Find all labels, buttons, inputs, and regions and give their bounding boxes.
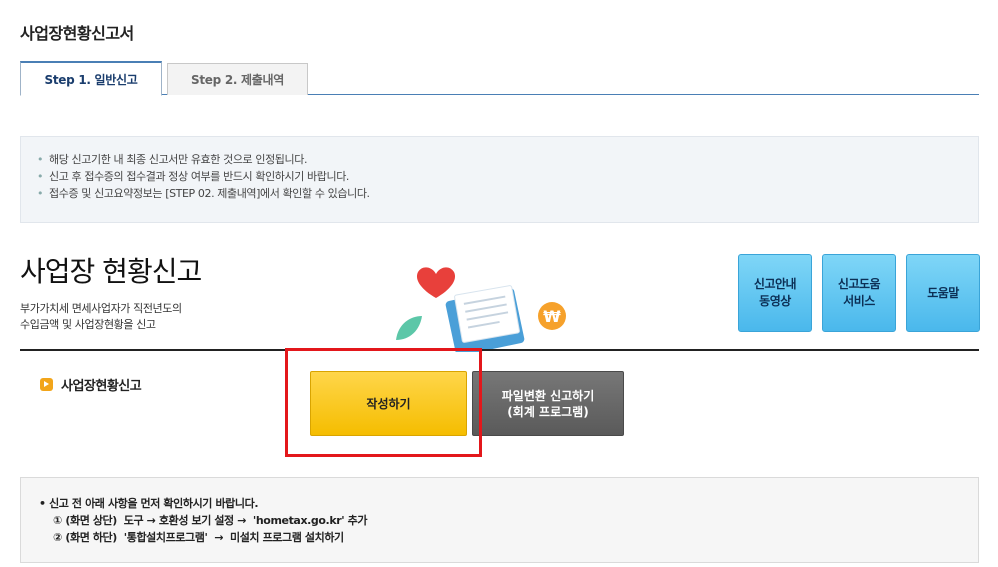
hero-subtitle: 부가가치세 면세사업자가 직전년도의 수입금액 및 사업장현황을 신고 — [20, 302, 182, 331]
svg-text:₩: ₩ — [543, 307, 561, 326]
tab-step2-submission-history[interactable]: Step 2. 제출내역 — [167, 63, 308, 95]
notice-item: • 접수증 및 신고요약정보는 [STEP 02. 제출내역]에서 확인할 수 있… — [37, 187, 370, 200]
notice-item: • 신고 후 접수증의 접수결과 정상 여부를 반드시 확인하시기 바랍니다. — [37, 170, 350, 183]
write-button[interactable]: 작성하기 — [310, 371, 467, 436]
arrow-bullet-icon — [40, 378, 53, 391]
document-icon — [445, 285, 525, 352]
won-coin-icon: ₩ — [538, 302, 566, 330]
precheck-heading: • 신고 전 아래 사항을 먼저 확인하시기 바랍니다. — [39, 497, 259, 510]
hero-title: 사업장 현황신고 — [20, 255, 202, 288]
hero-illustration: ₩ — [396, 267, 566, 352]
notice-item: • 해당 신고기한 내 최종 신고서만 유효한 것으로 인정됩니다. — [37, 153, 308, 166]
section-divider — [20, 349, 979, 351]
tab-step1-general-report[interactable]: Step 1. 일반신고 — [20, 61, 162, 96]
notice-box: • 해당 신고기한 내 최종 신고서만 유효한 것으로 인정됩니다. • 신고 후 … — [20, 136, 979, 223]
section-label: 사업장현황신고 — [40, 375, 142, 394]
precheck-step-1: ① (화면 상단) 도구 → 호환성 보기 설정 → 'hometax.go.k… — [53, 514, 368, 527]
guide-video-button[interactable]: 신고안내 동영상 — [738, 254, 812, 332]
leaf-icon — [396, 316, 422, 340]
precheck-step-2: ② (화면 하단) '통합설치프로그램' → 미설치 프로그램 설치하기 — [53, 531, 344, 544]
page-title: 사업장현황신고서 — [20, 24, 134, 43]
report-help-service-button[interactable]: 신고도움 서비스 — [822, 254, 896, 332]
precheck-notice-box: • 신고 전 아래 사항을 먼저 확인하시기 바랍니다. ① (화면 상단) 도… — [20, 477, 979, 563]
heart-icon — [416, 267, 456, 298]
file-convert-report-button[interactable]: 파일변환 신고하기 (회계 프로그램) — [472, 371, 624, 436]
tab-bar: Step 1. 일반신고 Step 2. 제출내역 — [20, 61, 979, 96]
help-button[interactable]: 도움말 — [906, 254, 980, 332]
